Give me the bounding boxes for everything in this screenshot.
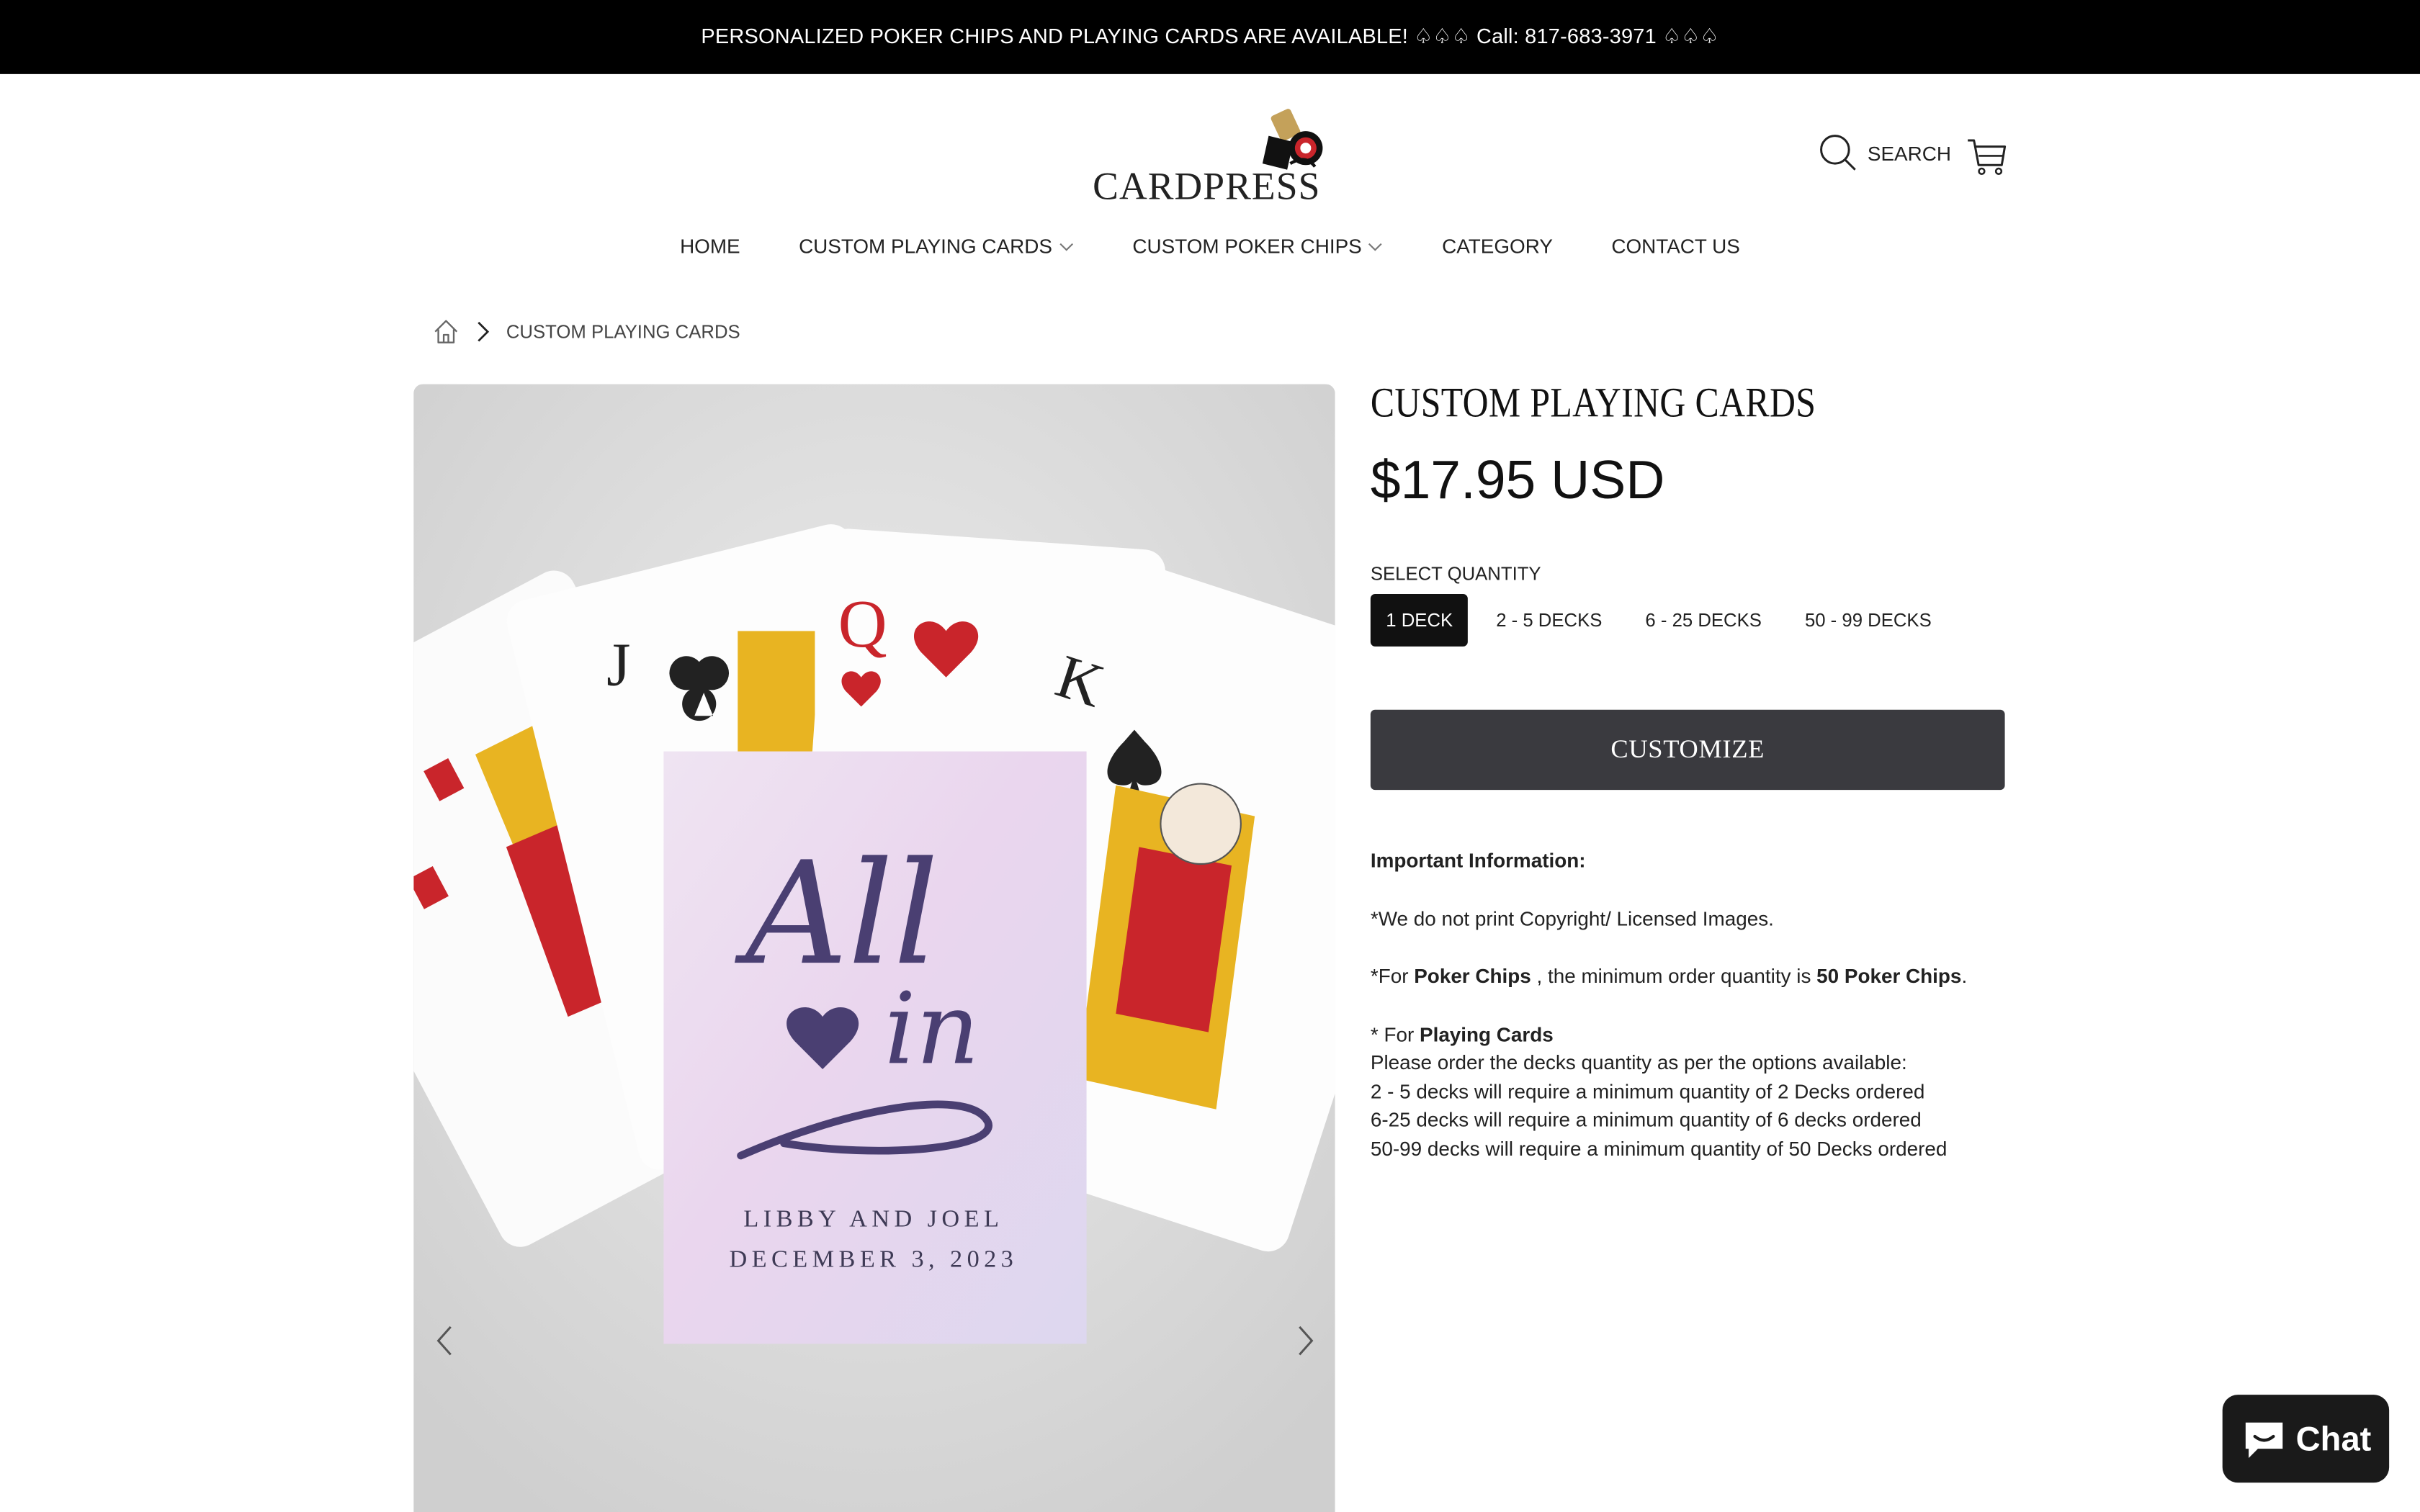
svg-text:Q: Q: [838, 587, 887, 662]
nav-item-custom-playing-cards[interactable]: CUSTOM PLAYING CARDS: [799, 235, 1074, 258]
quantity-label: SELECT QUANTITY: [1370, 563, 1541, 585]
important-information: Important Information: *We do not print …: [1371, 847, 2019, 1163]
brand-logo[interactable]: CARDPRESS: [1080, 108, 1327, 210]
quantity-option-6-25-decks[interactable]: 6 - 25 DECKS: [1630, 594, 1777, 647]
chevron-right-icon: [478, 321, 490, 342]
svg-text:J: J: [606, 630, 630, 698]
search-button[interactable]: SEARCH: [1818, 132, 1951, 173]
quantity-option-1-deck[interactable]: 1 DECK: [1370, 594, 1469, 647]
info-heading: Important Information:: [1370, 848, 1586, 872]
chevron-down-icon: [1059, 242, 1073, 251]
breadcrumb: CUSTOM PLAYING CARDS: [432, 318, 740, 346]
gallery-prev-icon[interactable]: [429, 1318, 460, 1364]
chat-button[interactable]: Chat: [2222, 1395, 2390, 1483]
main-nav: HOME CUSTOM PLAYING CARDS CUSTOM POKER C…: [0, 235, 2420, 258]
cover-script-in: in: [884, 972, 980, 1086]
nav-item-custom-poker-chips[interactable]: CUSTOM POKER CHIPS: [1132, 235, 1383, 258]
customize-button[interactable]: CUSTOMIZE: [1370, 709, 2005, 791]
product-title: CUSTOM PLAYING CARDS: [1370, 379, 1816, 426]
nav-label: HOME: [680, 234, 740, 258]
quantity-option-50-99-decks[interactable]: 50 - 99 DECKS: [1790, 594, 1948, 647]
gallery-next-icon[interactable]: [1290, 1318, 1321, 1364]
quantity-option-2-5-decks[interactable]: 2 - 5 DECKS: [1481, 594, 1618, 647]
product-price: $17.95 USD: [1370, 450, 1665, 511]
info-playing-cards: * For Playing Cards: [1370, 1022, 1554, 1045]
info-poker-chips: *For Poker Chips , the minimum order qua…: [1370, 964, 1968, 988]
announcement-text: PERSONALIZED POKER CHIPS AND PLAYING CAR…: [701, 24, 1719, 48]
cover-names: LIBBY AND JOEL: [743, 1205, 1003, 1233]
info-cards-line: Please order the decks quantity as per t…: [1370, 1050, 1907, 1074]
product-image-gallery: J Q K All in LIBBY AND JOEL DECEMBER 3, …: [413, 384, 1335, 1512]
info-cards-line: 6-25 decks will require a minimum quanti…: [1370, 1107, 1922, 1131]
chat-bubble-icon: [2244, 1421, 2282, 1457]
info-cards-line: 2 - 5 decks will require a minimum quant…: [1370, 1079, 1925, 1103]
chevron-down-icon: [1368, 242, 1383, 251]
quantity-options: 1 DECK 2 - 5 DECKS 6 - 25 DECKS 50 - 99 …: [1370, 594, 1959, 647]
nav-item-home[interactable]: HOME: [680, 235, 740, 258]
nav-label: CUSTOM PLAYING CARDS: [799, 234, 1052, 258]
chat-label: Chat: [2295, 1418, 2372, 1457]
info-copyright: *We do not print Copyright/ Licensed Ima…: [1370, 906, 1774, 930]
nav-label: CUSTOM POKER CHIPS: [1132, 234, 1362, 258]
nav-item-contact-us[interactable]: CONTACT US: [1611, 235, 1740, 258]
search-icon: [1820, 135, 1856, 171]
nav-item-category[interactable]: CATEGORY: [1442, 235, 1553, 258]
search-label: SEARCH: [1867, 141, 1951, 165]
info-cards-line: 50-99 decks will require a minimum quant…: [1370, 1136, 1948, 1160]
nav-label: CATEGORY: [1442, 234, 1553, 258]
breadcrumb-current[interactable]: CUSTOM PLAYING CARDS: [506, 321, 740, 343]
nav-label: CONTACT US: [1611, 234, 1740, 258]
brand-name: CARDPRESS: [1093, 166, 1321, 209]
deck-cover: All in LIBBY AND JOEL DECEMBER 3, 2023: [663, 751, 1087, 1344]
cover-date: DECEMBER 3, 2023: [729, 1245, 1018, 1272]
home-icon[interactable]: [432, 318, 460, 346]
cart-icon[interactable]: [1963, 132, 2009, 179]
product-image: J Q K All in LIBBY AND JOEL DECEMBER 3, …: [413, 384, 1335, 1512]
announcement-bar: PERSONALIZED POKER CHIPS AND PLAYING CAR…: [0, 0, 2420, 74]
